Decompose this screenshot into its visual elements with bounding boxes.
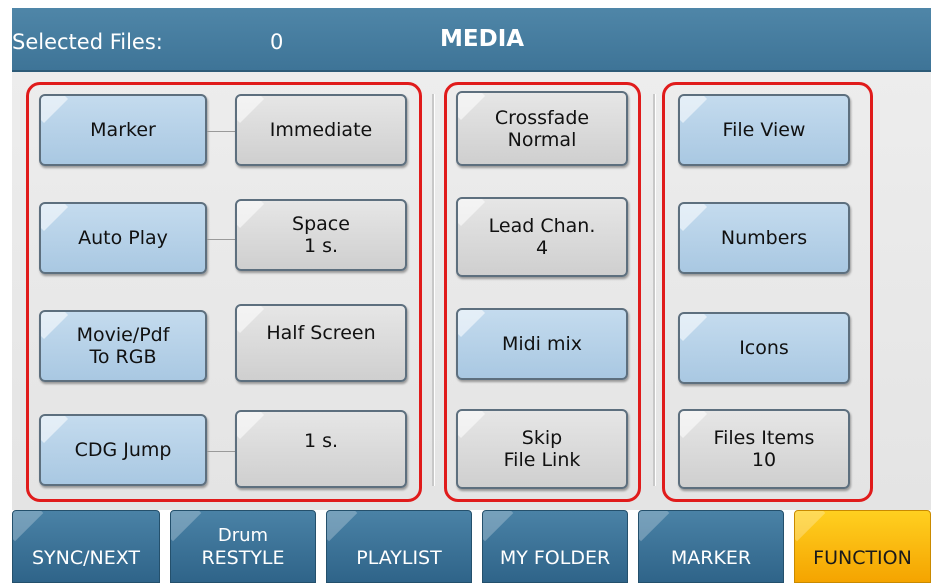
column-divider xyxy=(653,94,656,486)
file-view-button[interactable]: File View xyxy=(678,94,850,166)
numbers-button[interactable]: Numbers xyxy=(678,202,850,274)
auto-play-button[interactable]: Auto Play xyxy=(39,202,207,274)
tab-label-top: Drum xyxy=(217,524,269,546)
tab-marker[interactable]: MARKER xyxy=(638,510,784,583)
column-divider xyxy=(432,94,435,486)
connector-line xyxy=(207,239,235,240)
marker-value-button[interactable]: Immediate xyxy=(235,94,407,166)
tab-drum-restyle[interactable]: Drum RESTYLE xyxy=(170,510,316,583)
function-panel: Marker Immediate Auto Play Space 1 s. Mo… xyxy=(12,72,931,510)
tab-label: SYNC/NEXT xyxy=(31,546,141,569)
movie-pdf-value-button[interactable]: Half Screen xyxy=(235,304,407,382)
marker-button[interactable]: Marker xyxy=(39,94,207,166)
tab-function[interactable]: FUNCTION xyxy=(794,510,931,583)
selected-files-label: Selected Files: xyxy=(12,30,163,54)
files-items-button[interactable]: Files Items 10 xyxy=(678,409,850,489)
connector-line xyxy=(207,451,235,452)
page-title: MEDIA xyxy=(440,26,525,52)
header-bar: Selected Files: 0 MEDIA xyxy=(12,8,931,72)
midi-mix-button[interactable]: Midi mix xyxy=(456,308,628,380)
skip-file-link-button[interactable]: Skip File Link xyxy=(456,409,628,489)
media-screen: Selected Files: 0 MEDIA Marker Immediate… xyxy=(12,0,931,583)
icons-button[interactable]: Icons xyxy=(678,312,850,384)
auto-play-value-button[interactable]: Space 1 s. xyxy=(235,199,407,271)
selected-files-count: 0 xyxy=(270,30,284,54)
tab-label: MY FOLDER xyxy=(499,546,611,569)
tab-playlist[interactable]: PLAYLIST xyxy=(326,510,472,583)
tab-label: PLAYLIST xyxy=(356,546,442,569)
cdg-jump-value-button[interactable]: 1 s. xyxy=(235,410,407,488)
cdg-jump-button[interactable]: CDG Jump xyxy=(39,414,207,486)
tab-label: FUNCTION xyxy=(813,546,912,569)
tab-label: MARKER xyxy=(670,546,752,569)
tab-my-folder[interactable]: MY FOLDER xyxy=(482,510,628,583)
connector-line xyxy=(207,131,235,132)
crossfade-button[interactable]: Crossfade Normal xyxy=(456,91,628,166)
lead-chan-button[interactable]: Lead Chan. 4 xyxy=(456,197,628,277)
tab-label: RESTYLE xyxy=(201,546,285,569)
tab-sync-next[interactable]: SYNC/NEXT xyxy=(12,510,160,583)
movie-pdf-to-rgb-button[interactable]: Movie/Pdf To RGB xyxy=(39,310,207,382)
